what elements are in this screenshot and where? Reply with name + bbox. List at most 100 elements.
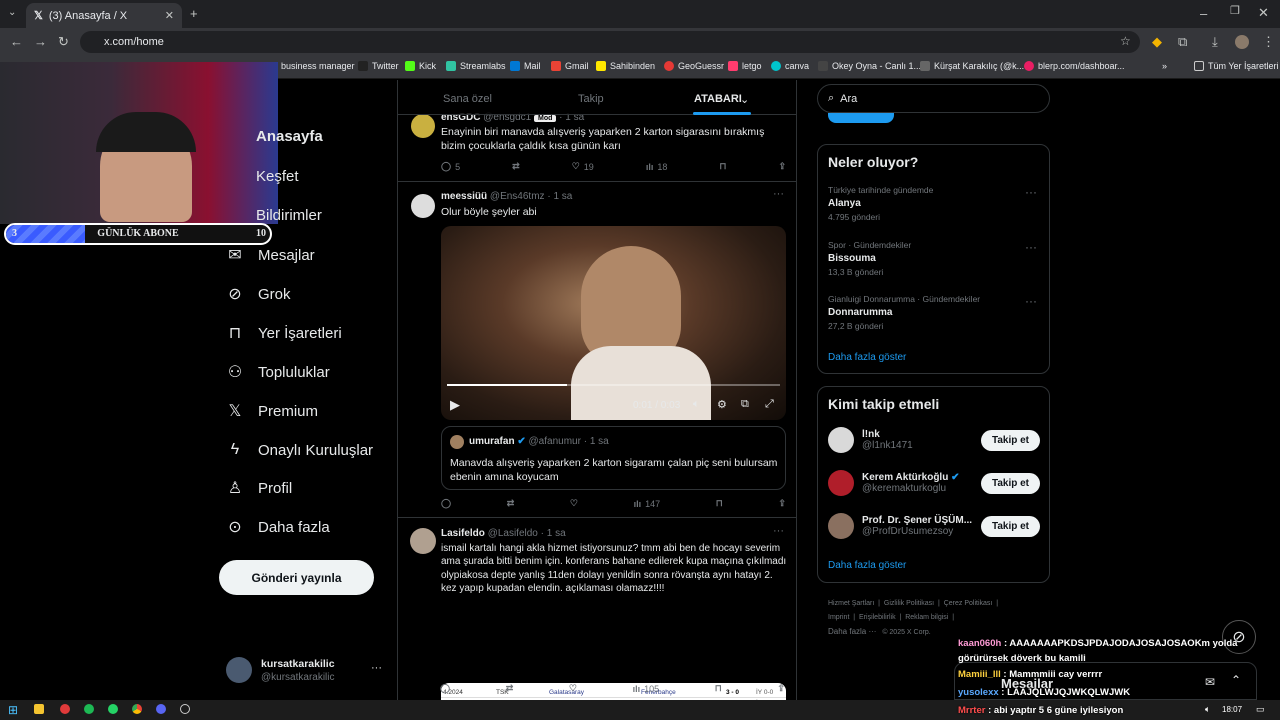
footer-link[interactable]: Çerez Politikası xyxy=(944,600,993,607)
like-button[interactable]: ♡ 19 xyxy=(572,161,594,172)
bookmark-item[interactable]: Kürşat Karakılıç (@k... xyxy=(920,61,1024,71)
tab-search-icon[interactable]: ⌄ xyxy=(8,8,16,18)
forward-icon[interactable]: → xyxy=(34,35,47,48)
bookmark-item[interactable]: Sahibinden xyxy=(596,61,655,71)
whatsapp-icon[interactable] xyxy=(108,704,118,714)
views-button[interactable]: ılı 147 xyxy=(634,498,661,509)
bookmark-item[interactable]: canva xyxy=(771,61,809,71)
search-box[interactable]: ⌕ Ara xyxy=(817,84,1050,113)
bookmark-item[interactable]: letgo xyxy=(728,61,762,71)
bookmark-item[interactable]: Twitter xyxy=(358,61,399,71)
clock[interactable]: 18:07 xyxy=(1222,705,1242,714)
footer-link[interactable]: Gizlilik Politikası xyxy=(884,600,934,607)
nav-home[interactable]: Anasayfa xyxy=(256,128,323,145)
footer-link[interactable]: Imprint xyxy=(828,614,849,621)
file-explorer-icon[interactable] xyxy=(34,704,44,714)
reply-button[interactable]: ◯ xyxy=(441,498,451,509)
volume-icon[interactable]: 🔈︎ xyxy=(1205,704,1210,715)
more-icon[interactable]: ··· xyxy=(1025,240,1037,254)
opera-icon[interactable] xyxy=(60,704,70,714)
chevron-down-icon[interactable]: ⌄ xyxy=(740,93,749,106)
show-more-link[interactable]: Daha fazla göster xyxy=(828,560,906,571)
nav-profile[interactable]: ♙ Profil xyxy=(226,479,292,498)
trend-item[interactable]: Türkiye tarihinde gündemde Alanya 4.795 … xyxy=(828,185,933,222)
nav-bookmarks[interactable]: ⊓ Yer İşaretleri xyxy=(226,324,342,343)
extensions-icon[interactable]: ⧉ xyxy=(1178,35,1187,48)
more-icon[interactable]: ··· xyxy=(1025,294,1037,308)
address-bar[interactable]: x.com/home xyxy=(80,31,1140,53)
footer-link[interactable]: Erişilebilirlik xyxy=(859,614,896,621)
back-icon[interactable]: ← xyxy=(10,35,23,48)
profile-avatar-icon[interactable] xyxy=(1235,35,1249,49)
fullscreen-icon[interactable]: ⤢ xyxy=(765,398,774,411)
new-tab-icon[interactable]: + xyxy=(190,7,198,20)
tab-atabari[interactable]: ATABARI xyxy=(694,93,742,105)
suggested-account[interactable]: l!nk @l1nk1471 Takip et xyxy=(828,427,1040,453)
bookmark-button[interactable]: ⊓ xyxy=(719,161,726,172)
subscribe-button-partial[interactable] xyxy=(828,113,894,123)
repost-button[interactable]: ⇄ xyxy=(507,498,515,509)
windows-start-icon[interactable]: ⊞ xyxy=(8,703,18,717)
footer-link[interactable]: Reklam bilgisi xyxy=(905,614,948,621)
post-button[interactable]: Gönderi yayınla xyxy=(219,560,374,595)
nav-explore[interactable]: Keşfet xyxy=(256,168,299,185)
video-player[interactable]: ▶ 0:01 / 0:03 🔈︎ ⚙ ⧉ ⤢ xyxy=(441,226,786,420)
nav-messages[interactable]: ✉ Mesajlar xyxy=(226,246,314,265)
follow-button[interactable]: Takip et xyxy=(980,429,1040,451)
minimize-icon[interactable]: – xyxy=(1200,7,1207,20)
tab-for-you[interactable]: Sana özel xyxy=(443,93,492,105)
more-icon[interactable]: ··· xyxy=(1025,185,1037,199)
search-input[interactable]: Ara xyxy=(840,93,857,105)
close-tab-icon[interactable]: ✕ xyxy=(165,9,174,22)
download-icon[interactable]: ⤓ xyxy=(1212,35,1218,48)
tweet-more-icon[interactable]: ··· xyxy=(773,525,784,537)
bookmark-item[interactable]: blerp.com/dashboar... xyxy=(1024,61,1125,71)
account-switcher[interactable]: kursatkarakilic @kursatkarakilic ··· xyxy=(226,656,386,686)
bookmark-item[interactable]: Okey Oyna - Canlı 1... xyxy=(818,61,921,71)
tab-following[interactable]: Takip xyxy=(578,93,604,105)
browser-menu-icon[interactable]: ⋮ xyxy=(1262,35,1275,48)
chrome-icon[interactable] xyxy=(132,704,142,714)
repost-button[interactable]: ⇄ xyxy=(512,161,520,172)
like-button[interactable]: ♡ xyxy=(569,683,577,694)
bookmark-item[interactable]: business manager xyxy=(281,61,355,71)
pip-icon[interactable]: ⧉ xyxy=(741,398,749,411)
discord-icon[interactable] xyxy=(156,704,166,714)
bookmarks-overflow-icon[interactable]: » xyxy=(1162,61,1167,71)
all-bookmarks[interactable]: Tüm Yer İşaretleri xyxy=(1194,61,1279,71)
nav-verified-orgs[interactable]: ϟ Onaylı Kuruluşlar xyxy=(226,441,373,459)
browser-tab[interactable]: 𝕏 (3) Anasayfa / X ✕ xyxy=(26,3,182,28)
footer-link[interactable]: Hizmet Şartları xyxy=(828,600,874,607)
volume-icon[interactable]: 🔈︎ xyxy=(693,398,700,411)
reply-button[interactable]: ◯ 5 xyxy=(441,161,460,172)
footer-link[interactable]: Daha fazla ··· xyxy=(828,627,876,636)
spotify-icon[interactable] xyxy=(84,704,94,714)
settings-gear-icon[interactable]: ⚙ xyxy=(717,398,727,411)
show-more-link[interactable]: Daha fazla göster xyxy=(828,352,906,363)
nav-communities[interactable]: ⚇ Topluluklar xyxy=(226,363,330,382)
window-close-icon[interactable]: ✕ xyxy=(1258,6,1269,19)
like-button[interactable]: ♡ xyxy=(570,498,578,509)
share-button[interactable]: ⇪ xyxy=(778,498,786,509)
follow-button[interactable]: Takip et xyxy=(980,515,1040,537)
trend-item[interactable]: Gianluigi Donnarumma · Gündemdekiler Don… xyxy=(828,294,980,331)
tweet-more-icon[interactable]: ··· xyxy=(773,188,784,200)
follow-button[interactable]: Takip et xyxy=(980,472,1040,494)
suggested-account[interactable]: Prof. Dr. Şener ÜŞÜM... @ProfDrUsumezsoy … xyxy=(828,513,1040,539)
new-message-icon[interactable]: ✉ xyxy=(1205,675,1215,689)
share-button[interactable]: ⇪ xyxy=(777,683,785,694)
tweet[interactable]: Lasifeldo @Lasifeldo · 1 sa ··· ismail k… xyxy=(398,518,796,700)
nav-premium[interactable]: 𝕏 Premium xyxy=(226,402,318,421)
bookmark-button[interactable]: ⊓ xyxy=(716,498,723,509)
share-button[interactable]: ⇪ xyxy=(778,161,786,172)
nav-more[interactable]: ⊙ Daha fazla xyxy=(226,518,329,537)
views-button[interactable]: ılı 18 xyxy=(646,161,668,172)
views-button[interactable]: ılı 105 xyxy=(633,683,660,694)
restore-icon[interactable]: ❐ xyxy=(1230,6,1240,17)
suggested-account[interactable]: Kerem Aktürkoğlu ✔ @keremakturkoglu Takip… xyxy=(828,470,1040,496)
repost-button[interactable]: ⇄ xyxy=(506,683,514,694)
obs-icon[interactable] xyxy=(180,704,190,714)
reload-icon[interactable]: ↻ xyxy=(58,35,69,48)
bookmark-item[interactable]: Kick xyxy=(405,61,436,71)
bookmark-item[interactable]: Streamlabs xyxy=(446,61,506,71)
